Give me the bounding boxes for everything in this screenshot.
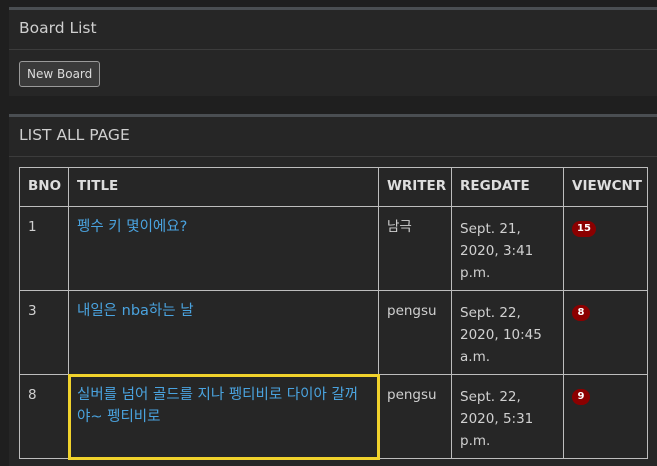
regdate-text: Sept. 21, 2020, 3:41 p.m. [460,221,534,281]
viewcnt-badge: 8 [572,305,590,321]
cell-viewcnt: 8 [563,290,648,375]
cell-bno: 1 [19,206,69,291]
new-board-button[interactable]: New Board [19,61,101,87]
title-link[interactable]: 펭수 키 몇이에요? [77,219,187,235]
cell-title-highlighted: 실버를 넘어 골드를 지나 펭티비로 다이아 갈꺼야~ 펭티비로 [67,373,380,460]
viewcnt-badge: 9 [572,389,590,405]
cell-bno: 3 [19,290,69,375]
cell-regdate: Sept. 21, 2020, 3:41 p.m. [451,206,564,291]
cell-writer: 남극 [378,206,452,291]
cell-title: 펭수 키 몇이에요? [68,206,379,291]
column-header-viewcnt: VIEWCNT [563,167,648,207]
regdate-text: Sept. 22, 2020, 10:45 a.m. [460,305,542,365]
column-header-regdate: REGDATE [451,167,564,207]
title-link[interactable]: 내일은 nba하는 날 [77,303,194,319]
cell-regdate: Sept. 22, 2020, 10:45 a.m. [451,290,564,375]
column-header-bno: BNO [19,167,69,207]
cell-viewcnt: 15 [563,206,648,291]
cell-title: 내일은 nba하는 날 [68,290,379,375]
table-row: 3 내일은 nba하는 날 pengsu Sept. 22, 2020, 10:… [19,290,648,375]
cell-writer: pengsu [378,290,452,375]
cell-viewcnt: 9 [563,374,648,459]
cell-regdate: Sept. 22, 2020, 5:31 p.m. [451,374,564,459]
table-row: 1 펭수 키 몇이에요? 남극 Sept. 21, 2020, 3:41 p.m… [19,206,648,291]
board-list-panel: Board List New Board [9,7,657,96]
table-header-row: BNO TITLE WRITER REGDATE VIEWCNT [19,167,648,207]
list-all-panel: LIST ALL PAGE BNO TITLE WRITER REGDATE V… [9,114,657,466]
cell-bno: 8 [19,374,69,459]
cell-writer: pengsu [378,374,452,459]
column-header-writer: WRITER [378,167,452,207]
regdate-text: Sept. 22, 2020, 5:31 p.m. [460,389,534,449]
table-row: 8 실버를 넘어 골드를 지나 펭티비로 다이아 갈꺼야~ 펭티비로 pengs… [19,373,648,460]
viewcnt-badge: 15 [572,221,596,237]
list-all-title: LIST ALL PAGE [9,117,657,157]
column-header-title: TITLE [68,167,379,207]
board-list-title: Board List [9,10,657,50]
title-link[interactable]: 실버를 넘어 골드를 지나 펭티비로 다이아 갈꺼야~ 펭티비로 [77,387,358,425]
board-table: BNO TITLE WRITER REGDATE VIEWCNT 1 펭수 키 … [19,167,648,460]
